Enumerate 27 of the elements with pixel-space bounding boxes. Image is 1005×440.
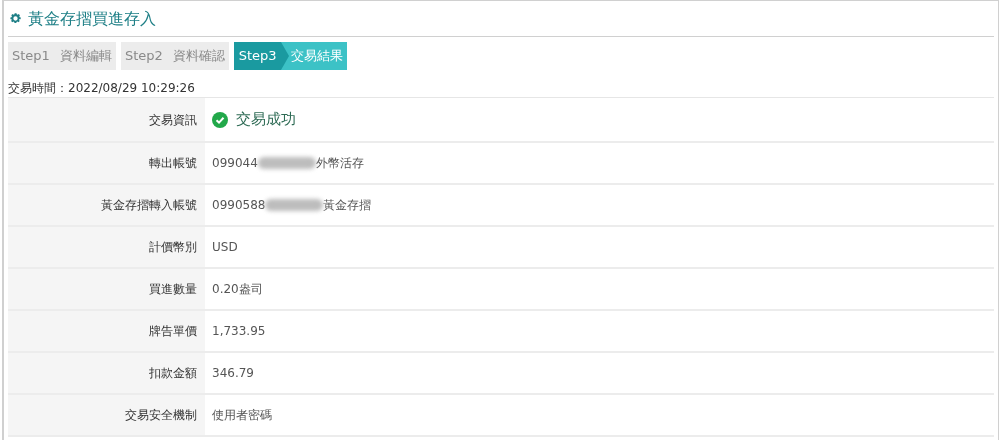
field-label: 牌告單價: [8, 311, 205, 351]
field-label: 買進數量: [8, 269, 205, 309]
field-label: 轉出帳號: [8, 143, 205, 183]
value-text: 0.20盎司: [212, 281, 263, 298]
value-text: 346.79: [212, 365, 254, 382]
check-icon: [212, 111, 228, 128]
field-label: 扣款金額: [8, 353, 205, 393]
transaction-time: 交易時間：2022/08/29 10:29:26: [8, 80, 196, 97]
redaction-mark: [265, 199, 324, 211]
status-text: 交易成功: [236, 109, 296, 131]
chevron-icon: [280, 42, 289, 70]
value-text: USD: [212, 239, 238, 256]
account-number: 0990588: [212, 197, 266, 214]
value-text: 使用者密碼: [212, 407, 272, 424]
step-tab[interactable]: Step1 資料編輯: [8, 42, 116, 70]
step-tab[interactable]: Step2 資料確認: [120, 42, 229, 70]
field-label: 交易安全機制: [8, 395, 205, 435]
field-label: 計價幣別: [8, 227, 205, 267]
account-type: 黃金存摺: [323, 197, 372, 214]
page-title: 黃金存摺買進存入: [28, 7, 156, 30]
redaction-mark: [257, 157, 316, 169]
field-label: 黃金存摺轉入帳號: [8, 185, 205, 225]
account-type: 外幣活存: [315, 155, 364, 172]
settings-icon: [9, 12, 22, 25]
value-text: 1,733.95: [212, 323, 266, 340]
field-label: 交易資訊: [8, 98, 205, 141]
account-number: 099044: [212, 155, 258, 172]
